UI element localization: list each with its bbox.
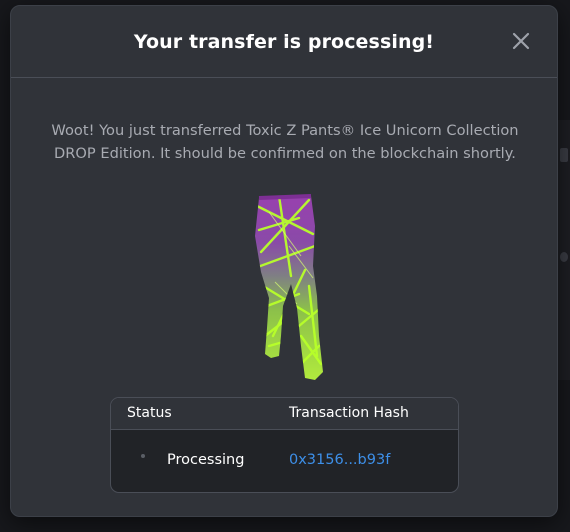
background-page-edge (558, 120, 570, 380)
background-fragment (560, 252, 568, 262)
modal-title: Your transfer is processing! (133, 30, 435, 53)
status-value: Processing (167, 452, 245, 468)
status-column-header: Status (127, 405, 172, 421)
transaction-hash-column-header: Transaction Hash (289, 405, 409, 421)
transfer-message: Woot! You just transferred Toxic Z Pants… (51, 122, 519, 162)
close-button[interactable] (511, 31, 531, 51)
transaction-hash-link[interactable]: 0x3156...b93f (289, 452, 390, 468)
close-icon (512, 32, 530, 50)
processing-spinner-icon (141, 454, 145, 458)
nft-item-image (255, 194, 323, 380)
transaction-status-table: Status Transaction Hash Processing 0x315… (110, 397, 459, 493)
modal-header: Your transfer is processing! (11, 6, 557, 78)
table-header: Status Transaction Hash (111, 398, 458, 430)
transfer-modal: Your transfer is processing! Woot! You j… (10, 5, 558, 517)
background-fragment (560, 148, 568, 162)
table-row: Processing 0x3156...b93f (111, 430, 458, 492)
